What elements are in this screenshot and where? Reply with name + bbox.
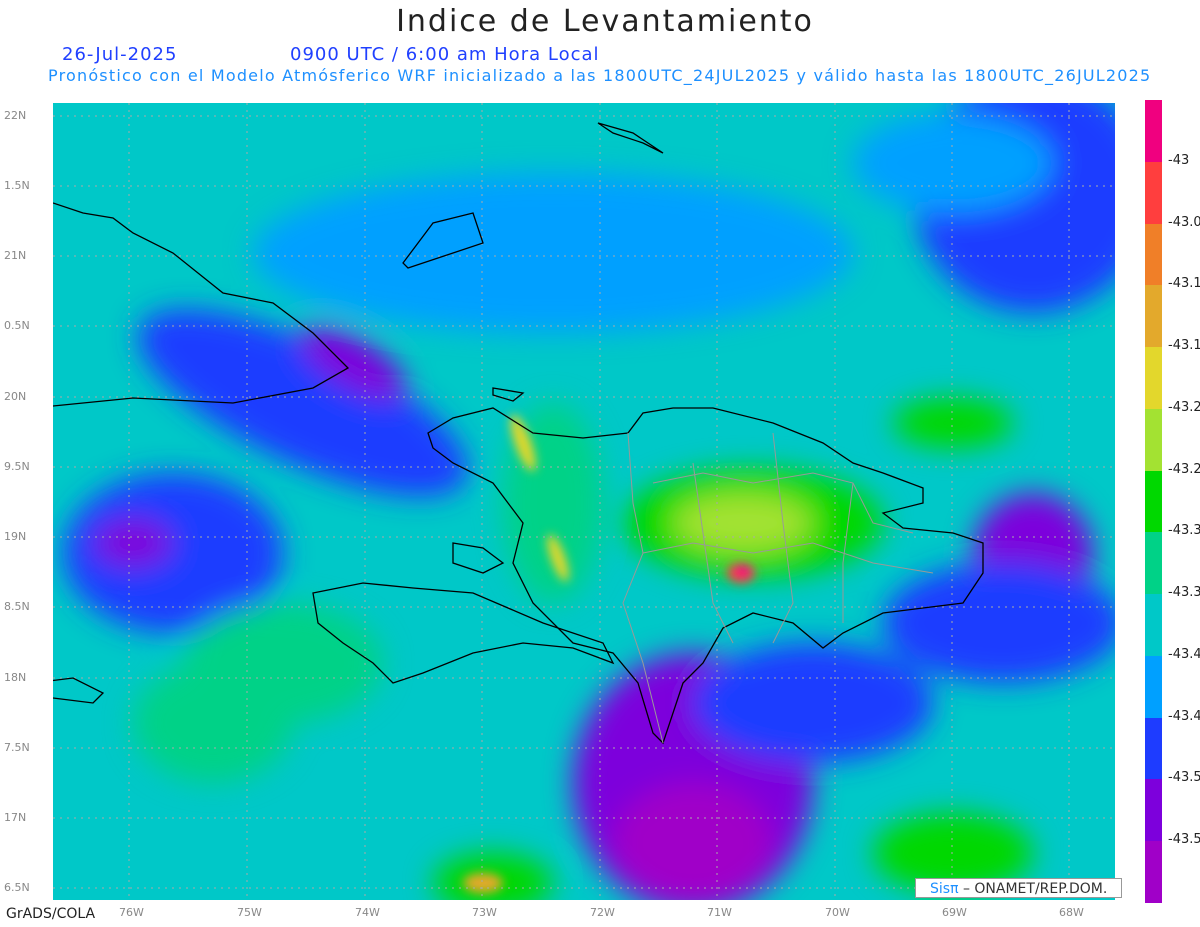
lat-tick: 7.5N [4,741,30,754]
grads-footer: GrADS/COLA [6,906,96,922]
colorbar-segment [1145,100,1162,162]
colorbar-segment [1145,161,1162,224]
lifted-index-map [53,103,1115,900]
lat-tick: 19N [4,530,27,543]
colorbar-segment [1145,779,1162,842]
lon-tick: 72W [590,906,615,919]
map-title: Indice de Levantamiento [396,4,814,39]
colorbar-segment [1145,347,1162,409]
lat-tick: 21N [4,249,27,262]
lon-tick: 69W [942,906,967,919]
colorbar-segment [1145,285,1162,348]
colorbar-label: -43.4 [1168,708,1200,724]
forecast-subtitle: Pronóstico con el Modelo Atmósferico WRF… [48,66,1152,85]
colorbar-label: -43.5 [1168,832,1200,848]
colorbar-segment [1145,841,1162,903]
forecast-time: 0900 UTC / 6:00 am Hora Local [290,44,600,65]
colorbar-segment [1145,717,1162,780]
colorbar-segment [1145,655,1162,718]
sispi-logo: Sisπ [930,881,959,897]
colorbar-label: -43.3 [1168,585,1200,601]
colorbar-segment [1145,532,1162,595]
lat-tick: 20N [4,390,27,403]
colorbar-label: -43.5 [1168,770,1200,786]
lon-tick: 75W [237,906,262,919]
colorbar-label: -43 [1168,152,1190,168]
lon-tick: 71W [707,906,732,919]
colorbar-label: -43.4 [1168,646,1200,662]
credit-text: – ONAMET/REP.DOM. [962,881,1108,897]
lat-tick: 22N [4,109,27,122]
colorbar-label: -43.0 [1168,214,1200,230]
lat-tick: 6.5N [4,881,30,894]
colorbar-label: -43.1 [1168,276,1200,292]
lat-tick: 18N [4,671,27,684]
lon-tick: 68W [1059,906,1084,919]
colorbar-segment [1145,223,1162,286]
colorbar-segment [1145,408,1162,471]
colorbar-label: -43.2 [1168,461,1200,477]
lon-tick: 73W [472,906,497,919]
colorbar-segment [1145,470,1162,533]
colorbar-label: -43.3 [1168,523,1200,539]
lat-tick: 0.5N [4,319,30,332]
lat-tick: 9.5N [4,460,30,473]
lon-tick: 74W [355,906,380,919]
lon-tick: 70W [825,906,850,919]
credit-box: Sisπ – ONAMET/REP.DOM. [915,878,1122,898]
colorbar-label: -43.2 [1168,399,1200,415]
colorbar-segment [1145,594,1162,656]
lat-tick: 17N [4,811,27,824]
lon-tick: 76W [119,906,144,919]
lat-tick: 8.5N [4,600,30,613]
lat-tick: 1.5N [4,179,30,192]
colorbar-label: -43.1 [1168,338,1200,354]
forecast-date: 26-Jul-2025 [62,44,178,65]
